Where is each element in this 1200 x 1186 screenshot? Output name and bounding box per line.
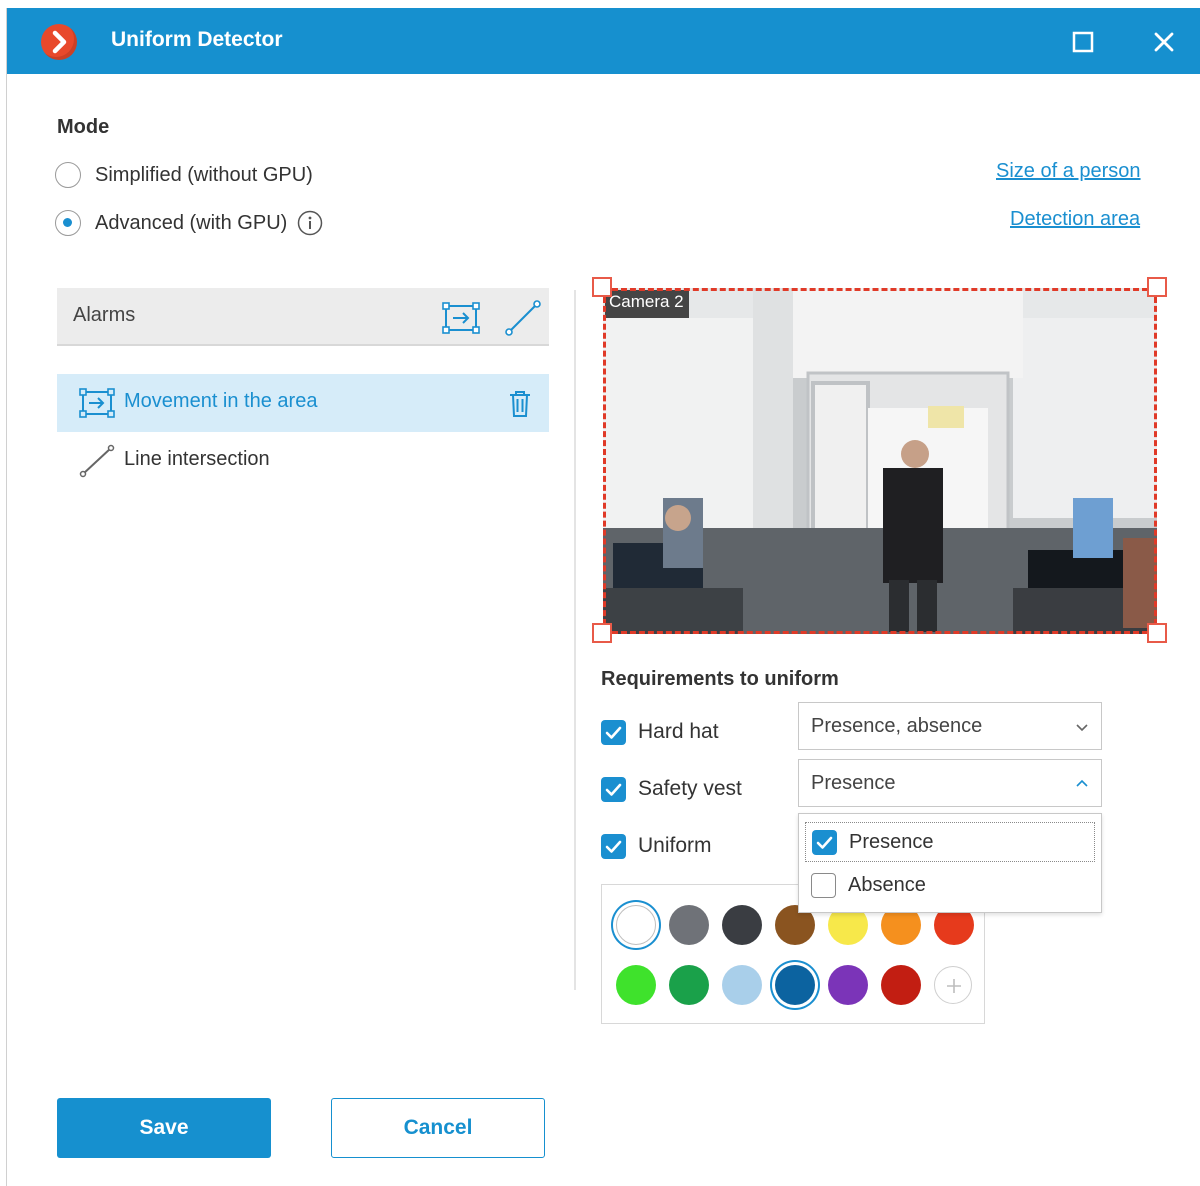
- dropdown-option-presence[interactable]: Presence: [805, 822, 1095, 862]
- delete-alarm-button[interactable]: [505, 387, 535, 419]
- alarms-header: Alarms: [57, 288, 549, 346]
- alarm-item-label: Line intersection: [124, 448, 270, 470]
- safety-vest-dropdown: Presence Absence: [798, 813, 1102, 913]
- add-color-button[interactable]: [934, 966, 972, 1004]
- color-swatch-purple[interactable]: [828, 965, 868, 1005]
- requirement-safety-vest[interactable]: Safety vest: [601, 774, 742, 804]
- checkmark-icon: [816, 836, 833, 849]
- radio-label-advanced: Advanced (with GPU): [95, 211, 288, 234]
- hard-hat-select[interactable]: Presence, absence: [798, 702, 1102, 750]
- color-swatch-light-blue[interactable]: [722, 965, 762, 1005]
- checkmark-icon: [605, 840, 622, 853]
- camera-label: Camera 2: [605, 290, 689, 318]
- area-handle-top-right[interactable]: [1147, 277, 1167, 297]
- hard-hat-checkbox[interactable]: [601, 719, 626, 745]
- requirements-heading: Requirements to uniform: [601, 668, 839, 690]
- chevron-down-icon: [1076, 724, 1088, 732]
- chevron-up-icon: [1076, 779, 1088, 787]
- area-alarm-icon: [442, 302, 480, 334]
- title-bar: Uniform Detector: [7, 8, 1200, 74]
- color-swatch-blue[interactable]: [775, 965, 815, 1005]
- mode-heading: Mode: [57, 116, 110, 138]
- line-alarm-icon: [505, 300, 541, 336]
- panel-divider: [574, 290, 576, 990]
- alarm-item-label: Movement in the area: [124, 390, 318, 412]
- hard-hat-select-value: Presence, absence: [811, 715, 983, 737]
- area-handle-bottom-left[interactable]: [592, 623, 612, 643]
- radio-label-simplified: Simplified (without GPU): [95, 163, 313, 186]
- camera-frame-image: [603, 288, 1157, 634]
- detection-area-link[interactable]: Detection area: [1010, 208, 1140, 231]
- safety-vest-checkbox[interactable]: [601, 776, 626, 802]
- color-swatch-white[interactable]: [616, 905, 656, 945]
- window-title: Uniform Detector: [111, 28, 283, 51]
- alarms-heading: Alarms: [73, 304, 136, 326]
- color-swatch-dark-red[interactable]: [881, 965, 921, 1005]
- absence-option-checkbox[interactable]: [811, 872, 836, 898]
- safety-vest-label: Safety vest: [638, 777, 742, 800]
- color-swatch-dark-gray[interactable]: [722, 905, 762, 945]
- requirement-uniform[interactable]: Uniform: [601, 831, 712, 861]
- hard-hat-label: Hard hat: [638, 720, 719, 743]
- safety-vest-select-value: Presence: [811, 772, 896, 794]
- presence-option-label: Presence: [849, 830, 934, 853]
- radio-simplified[interactable]: [55, 162, 81, 188]
- color-swatch-light-green[interactable]: [616, 965, 656, 1005]
- camera-preview[interactable]: [603, 288, 1157, 634]
- plus-icon: [947, 979, 961, 993]
- mode-option-simplified[interactable]: Simplified (without GPU): [55, 160, 313, 190]
- radio-advanced[interactable]: [55, 210, 81, 236]
- cancel-button[interactable]: Cancel: [331, 1098, 545, 1158]
- size-of-person-link[interactable]: Size of a person: [996, 160, 1141, 183]
- add-area-alarm-button[interactable]: [441, 298, 481, 338]
- safety-vest-select[interactable]: Presence: [798, 759, 1102, 807]
- area-handle-top-left[interactable]: [592, 277, 612, 297]
- uniform-detector-window: Uniform Detector Mode Simplified (withou…: [6, 8, 1200, 1186]
- checkmark-icon: [605, 783, 622, 796]
- mode-option-advanced[interactable]: Advanced (with GPU): [55, 208, 323, 238]
- alarm-item-movement-in-area[interactable]: Movement in the area: [57, 374, 549, 432]
- app-logo-icon: [41, 24, 77, 60]
- area-handle-bottom-right[interactable]: [1147, 623, 1167, 643]
- info-icon[interactable]: [297, 210, 323, 236]
- area-alarm-icon: [79, 388, 115, 418]
- maximize-icon: [1072, 31, 1094, 53]
- maximize-button[interactable]: [1063, 22, 1103, 62]
- presence-option-checkbox[interactable]: [812, 829, 837, 855]
- line-alarm-icon: [79, 444, 115, 478]
- checkmark-icon: [605, 726, 622, 739]
- close-icon: [1154, 32, 1174, 52]
- requirement-hard-hat[interactable]: Hard hat: [601, 717, 719, 747]
- uniform-checkbox[interactable]: [601, 833, 626, 859]
- close-button[interactable]: [1144, 22, 1184, 62]
- add-line-alarm-button[interactable]: [503, 298, 543, 338]
- color-swatch-gray[interactable]: [669, 905, 709, 945]
- alarm-item-line-intersection[interactable]: Line intersection: [57, 432, 549, 490]
- color-swatch-green[interactable]: [669, 965, 709, 1005]
- uniform-label: Uniform: [638, 834, 712, 857]
- absence-option-label: Absence: [848, 873, 926, 896]
- save-button[interactable]: Save: [57, 1098, 271, 1158]
- dropdown-option-absence[interactable]: Absence: [805, 865, 1095, 905]
